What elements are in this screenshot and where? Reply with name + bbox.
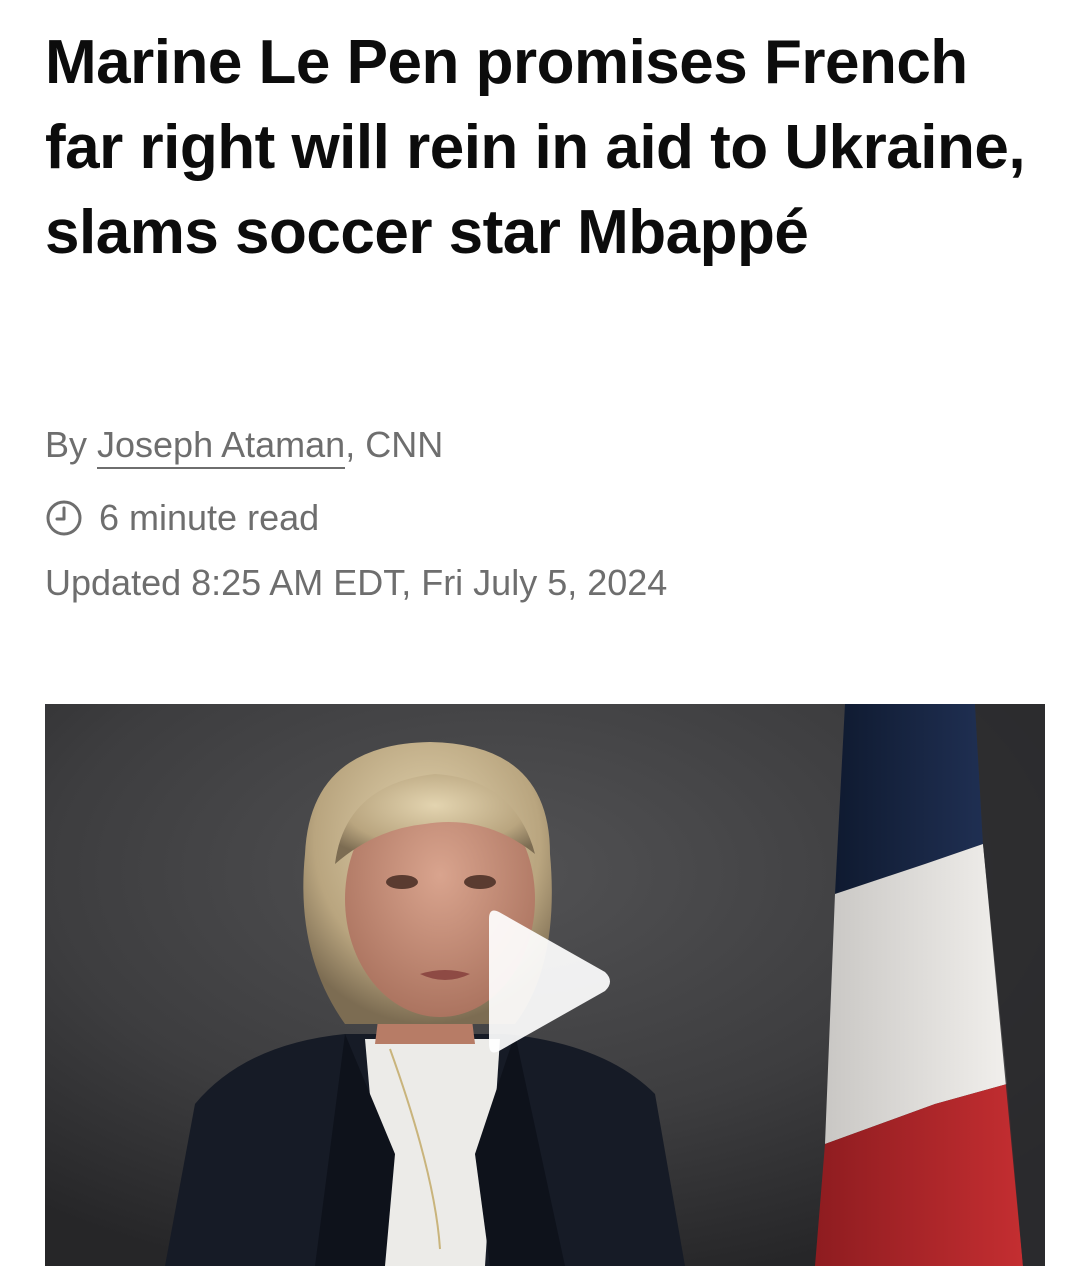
read-time: 6 minute read [45, 493, 319, 543]
updated-timestamp: Updated 8:25 AM EDT, Fri July 5, 2024 [45, 562, 668, 603]
byline: By Joseph Ataman, CNN [45, 420, 443, 470]
byline-prefix: By [45, 424, 98, 465]
byline-source: , CNN [345, 424, 444, 465]
headline: Marine Le Pen promises French far right … [45, 28, 1026, 267]
video-player[interactable] [45, 704, 1045, 1266]
clock-icon [46, 500, 82, 536]
article-page: Marine Le Pen promises French far right … [0, 0, 1090, 1280]
author-link[interactable]: Joseph Ataman [97, 424, 346, 469]
flag-illustration [815, 704, 1045, 1266]
play-icon[interactable] [485, 904, 615, 1059]
read-time-label: 6 minute read [99, 497, 320, 538]
